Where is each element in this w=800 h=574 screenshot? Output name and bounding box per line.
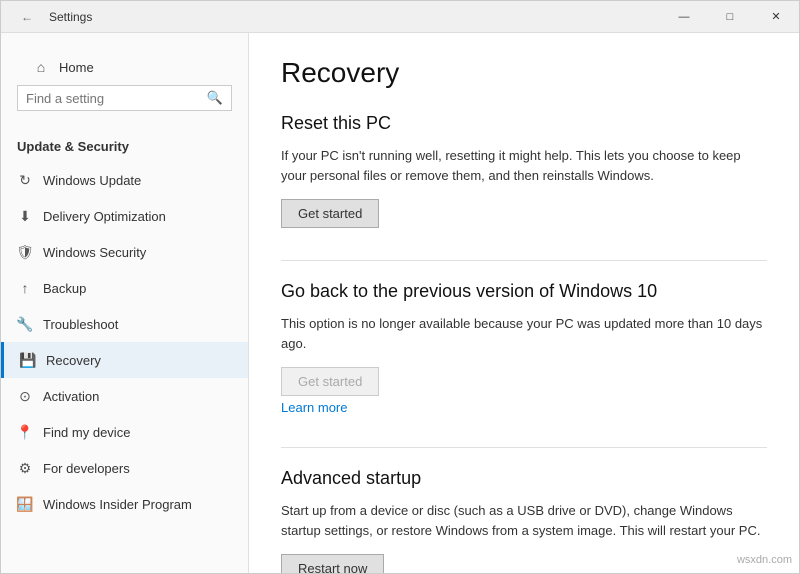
maximize-button[interactable]: □ [707, 1, 753, 33]
sidebar-search-box[interactable]: 🔍 [17, 85, 232, 111]
sidebar-item-recovery-label: Recovery [46, 353, 101, 368]
sidebar-item-backup[interactable]: ↑ Backup [1, 270, 248, 306]
sidebar-item-windows-security-label: Windows Security [43, 245, 146, 260]
sidebar-item-for-developers-label: For developers [43, 461, 130, 476]
windows-insider-icon: 🪟 [17, 496, 33, 512]
sidebar-item-windows-insider-label: Windows Insider Program [43, 497, 192, 512]
windows-security-icon: 🛡 [17, 244, 33, 260]
section-reset-pc: Reset this PC If your PC isn't running w… [281, 113, 767, 228]
home-icon: ⌂ [33, 59, 49, 75]
sidebar-item-activation-label: Activation [43, 389, 99, 404]
sidebar-item-troubleshoot[interactable]: 🔧 Troubleshoot [1, 306, 248, 342]
watermark: wsxdn.com [737, 554, 792, 566]
sidebar-item-windows-insider[interactable]: 🪟 Windows Insider Program [1, 486, 248, 522]
delivery-optimization-icon: ⬇ [17, 208, 33, 224]
minimize-button[interactable]: — [661, 1, 707, 33]
back-button[interactable]: ← [13, 3, 41, 31]
backup-icon: ↑ [17, 280, 33, 296]
sidebar-header: ⌂ Home 🔍 [1, 33, 248, 131]
sidebar-item-for-developers[interactable]: ⚙ For developers [1, 450, 248, 486]
sidebar-item-find-device-label: Find my device [43, 425, 130, 440]
settings-window: ← Settings — □ ✕ ⌂ Home 🔍 [0, 0, 800, 574]
page-title: Recovery [281, 57, 767, 89]
find-device-icon: 📍 [17, 424, 33, 440]
sidebar-item-delivery-optimization-label: Delivery Optimization [43, 209, 166, 224]
sidebar: ⌂ Home 🔍 Update & Security ↻ Windows Upd… [1, 33, 249, 573]
sidebar-item-windows-update[interactable]: ↻ Windows Update [1, 162, 248, 198]
home-label: Home [59, 60, 94, 75]
main-content: ⌂ Home 🔍 Update & Security ↻ Windows Upd… [1, 33, 799, 573]
sidebar-item-recovery[interactable]: 💾 Recovery [1, 342, 248, 378]
go-back-description: This option is no longer available becau… [281, 314, 767, 353]
close-button[interactable]: ✕ [753, 1, 799, 33]
divider-1 [281, 260, 767, 261]
search-icon: 🔍 [207, 90, 223, 106]
titlebar-controls: — □ ✕ [661, 1, 799, 33]
search-input[interactable] [26, 91, 203, 106]
section-advanced-startup: Advanced startup Start up from a device … [281, 468, 767, 573]
reset-pc-title: Reset this PC [281, 113, 767, 134]
content-area: Recovery Reset this PC If your PC isn't … [249, 33, 799, 573]
windows-update-icon: ↻ [17, 172, 33, 188]
titlebar-left: ← Settings [13, 3, 92, 31]
sidebar-section-title: Update & Security [1, 131, 248, 162]
activation-icon: ⊙ [17, 388, 33, 404]
go-back-button[interactable]: Get started [281, 367, 379, 396]
for-developers-icon: ⚙ [17, 460, 33, 476]
troubleshoot-icon: 🔧 [17, 316, 33, 332]
sidebar-nav: ↻ Windows Update ⬇ Delivery Optimization… [1, 162, 248, 522]
recovery-icon: 💾 [20, 352, 36, 368]
titlebar: ← Settings — □ ✕ [1, 1, 799, 33]
sidebar-item-windows-update-label: Windows Update [43, 173, 141, 188]
sidebar-item-delivery-optimization[interactable]: ⬇ Delivery Optimization [1, 198, 248, 234]
sidebar-item-activation[interactable]: ⊙ Activation [1, 378, 248, 414]
learn-more-link[interactable]: Learn more [281, 400, 347, 415]
reset-pc-button[interactable]: Get started [281, 199, 379, 228]
reset-pc-description: If your PC isn't running well, resetting… [281, 146, 767, 185]
titlebar-title: Settings [49, 10, 92, 24]
advanced-startup-description: Start up from a device or disc (such as … [281, 501, 767, 540]
go-back-title: Go back to the previous version of Windo… [281, 281, 767, 302]
sidebar-item-find-device[interactable]: 📍 Find my device [1, 414, 248, 450]
sidebar-item-windows-security[interactable]: 🛡 Windows Security [1, 234, 248, 270]
sidebar-item-home[interactable]: ⌂ Home [17, 49, 232, 85]
divider-2 [281, 447, 767, 448]
sidebar-item-backup-label: Backup [43, 281, 86, 296]
section-go-back: Go back to the previous version of Windo… [281, 281, 767, 415]
restart-now-button[interactable]: Restart now [281, 554, 384, 573]
advanced-startup-title: Advanced startup [281, 468, 767, 489]
sidebar-item-troubleshoot-label: Troubleshoot [43, 317, 118, 332]
